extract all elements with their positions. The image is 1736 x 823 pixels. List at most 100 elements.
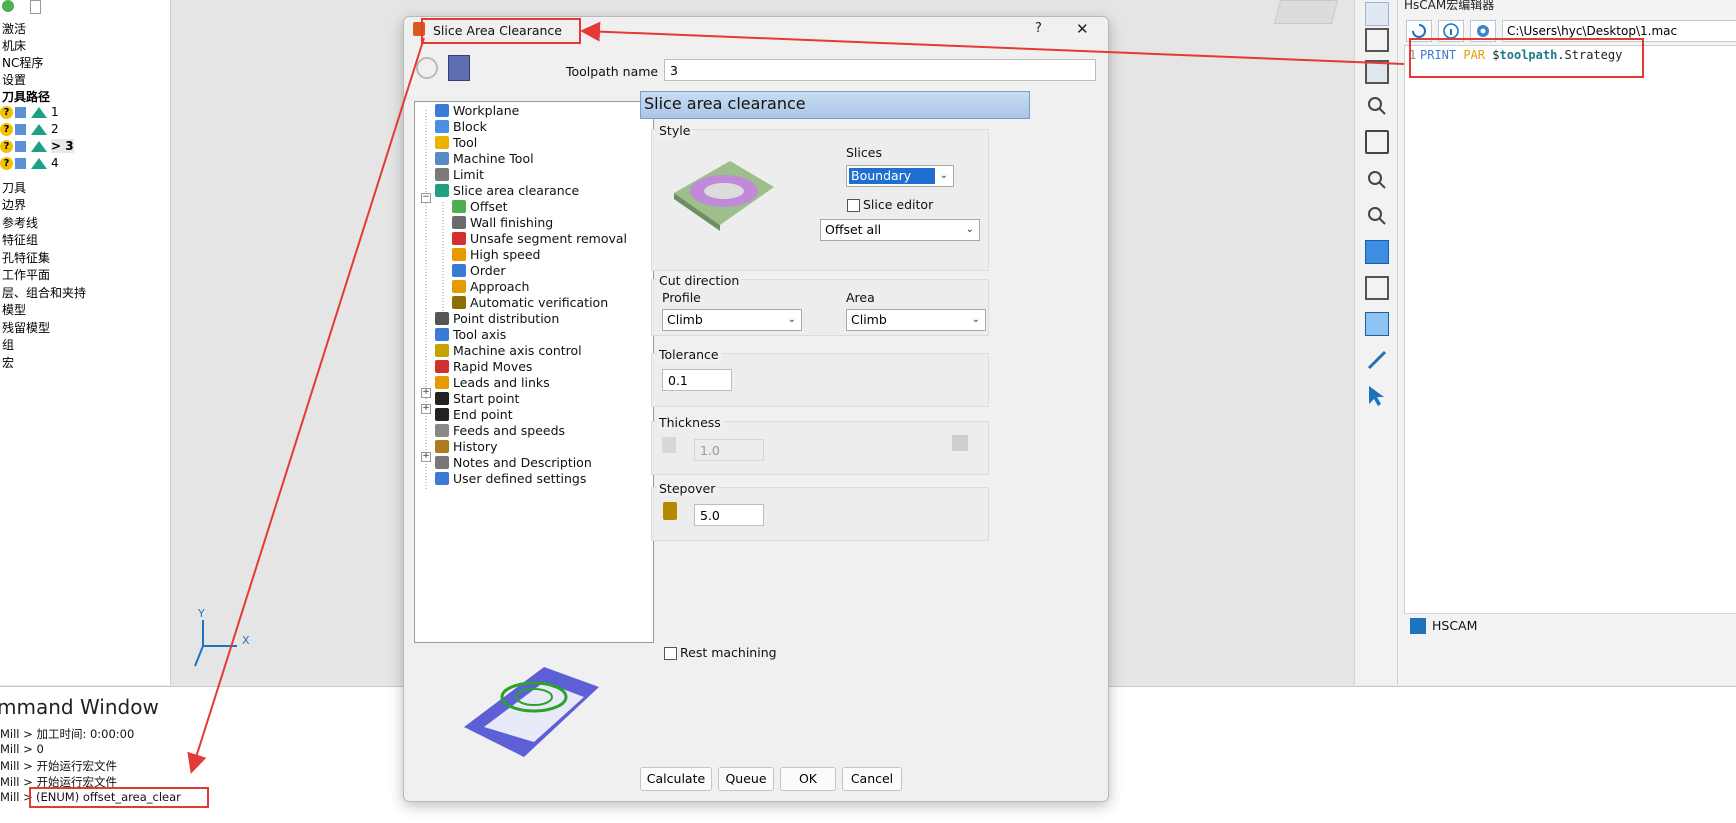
axis-y-label: Y	[198, 607, 205, 620]
toolpath-label: 4	[51, 156, 59, 170]
tree-item-slice-area-clearance[interactable]: Slice area clearance	[435, 182, 579, 199]
tree-item-start-point[interactable]: Start point	[435, 390, 519, 407]
tree-item-approach[interactable]: Approach	[452, 278, 529, 295]
tree-item-offset[interactable]: Offset	[452, 198, 508, 215]
calculate-button[interactable]: Calculate	[640, 767, 712, 791]
collapse-toggle[interactable]: −	[421, 193, 431, 203]
tree-item-rapid-moves[interactable]: Rapid Moves	[435, 358, 532, 375]
toolpath-name-label: Toolpath name	[566, 64, 659, 79]
limit-icon	[435, 168, 449, 181]
wireframe-view-icon[interactable]	[1365, 276, 1389, 300]
help-button[interactable]: ?	[1035, 21, 1042, 36]
settings-gear-icon[interactable]	[416, 57, 438, 79]
slices-select[interactable]: Boundary ⌄	[846, 165, 954, 187]
tree-item-toolpaths[interactable]: 刀具路径	[2, 88, 50, 105]
tree-item-feeds-and-speeds[interactable]: Feeds and speeds	[435, 422, 565, 439]
tree-item-macros[interactable]: 宏	[2, 354, 14, 371]
toolpath-name-input[interactable]: 3	[664, 59, 1096, 81]
layers-toolbar-icon[interactable]	[1365, 2, 1389, 26]
view-toolbar	[1354, 0, 1397, 685]
refresh-page-icon[interactable]	[1365, 130, 1389, 154]
tree-item-machine[interactable]: 机床	[2, 37, 26, 54]
tree-item-workplane[interactable]: Workplane	[435, 102, 519, 119]
machine-axis-icon	[435, 344, 449, 357]
command-window-title: mmand Window	[0, 695, 159, 719]
macro-editor-title: HsCAM宏编辑器	[1404, 0, 1495, 12]
notes-icon	[435, 456, 449, 469]
expand-toggle[interactable]: +	[421, 388, 431, 398]
tree-item-setup[interactable]: 设置	[2, 71, 26, 88]
question-icon: ?	[0, 106, 13, 119]
cut-direction-label: Cut direction	[657, 273, 742, 288]
zoom-icon[interactable]	[1365, 94, 1389, 118]
tree-item-machine-tool[interactable]: Machine Tool	[435, 150, 534, 167]
tree-item-user-defined-settings[interactable]: User defined settings	[435, 470, 586, 487]
leads-links-icon	[435, 376, 449, 389]
expand-toggle[interactable]: +	[421, 452, 431, 462]
globe-icon[interactable]	[2, 0, 14, 12]
slice-editor-checkbox[interactable]	[847, 199, 860, 212]
tree-item-high-speed[interactable]: High speed	[452, 246, 540, 263]
ok-button[interactable]: OK	[780, 767, 836, 791]
front-view-icon[interactable]	[1365, 60, 1389, 84]
shaded-wire-icon[interactable]	[1365, 312, 1389, 336]
view-cube-icon[interactable]	[1273, 0, 1339, 24]
rest-machining-checkbox[interactable]	[664, 647, 677, 660]
tree-item-history[interactable]: History	[435, 438, 497, 455]
cancel-button[interactable]: Cancel	[842, 767, 902, 791]
tree-item-models[interactable]: 模型	[2, 301, 26, 318]
tree-item-groups[interactable]: 组	[2, 336, 14, 353]
resize-arrows-icon[interactable]	[1365, 348, 1389, 372]
end-point-icon	[435, 408, 449, 421]
tree-item-patterns[interactable]: 参考线	[2, 214, 38, 231]
tree-item-tools[interactable]: 刀具	[2, 179, 26, 196]
tree-item-automatic-verification[interactable]: Automatic verification	[452, 294, 608, 311]
tree-item-notes[interactable]: Notes and Description	[435, 454, 592, 471]
slice-editor-label: Slice editor	[863, 197, 934, 212]
close-button[interactable]: ✕	[1076, 20, 1089, 38]
tree-item-block[interactable]: Block	[435, 118, 487, 135]
tolerance-input[interactable]: 0.1	[662, 369, 732, 391]
zoom-fit-icon[interactable]	[1365, 204, 1389, 228]
tree-item-feature-groups[interactable]: 特征组	[2, 231, 38, 248]
command-line: Mill > 开始运行宏文件	[0, 759, 117, 773]
thickness-options-icon[interactable]	[952, 435, 968, 451]
stepover-label: Stepover	[657, 481, 718, 496]
rapid-moves-icon	[435, 360, 449, 373]
tree-item-limit[interactable]: Limit	[435, 166, 484, 183]
tree-item-unsafe-segment-removal[interactable]: Unsafe segment removal	[452, 230, 627, 247]
macro-code-editor[interactable]: 1 PRINT PAR $toolpath.Strategy	[1404, 45, 1736, 615]
tree-item-workplanes[interactable]: 工作平面	[2, 266, 50, 283]
tree-item-activate[interactable]: 激活	[2, 20, 26, 37]
thickness-toggle-icon[interactable]	[662, 437, 676, 453]
tree-item-wall-finishing[interactable]: Wall finishing	[452, 214, 553, 231]
shaded-view-icon[interactable]	[1365, 240, 1389, 264]
iso-view-icon[interactable]	[1365, 28, 1389, 52]
tree-item-machine-axis-control[interactable]: Machine axis control	[435, 342, 582, 359]
tree-item-nc-programs[interactable]: NC程序	[2, 54, 43, 71]
stepover-tool-icon[interactable]	[663, 502, 677, 520]
queue-button[interactable]: Queue	[718, 767, 774, 791]
document-icon[interactable]	[30, 0, 41, 14]
offset-select[interactable]: Offset all ⌄	[820, 219, 980, 241]
tree-item-end-point[interactable]: End point	[435, 406, 513, 423]
profile-select[interactable]: Climb ⌄	[662, 309, 802, 331]
select-cursor-icon[interactable]	[1365, 384, 1389, 408]
tree-item-point-distribution[interactable]: Point distribution	[435, 310, 559, 327]
stepover-input[interactable]: 5.0	[694, 504, 764, 526]
zoom-box-icon[interactable]	[1365, 168, 1389, 192]
explorer-panel: 激活 机床 NC程序 设置 刀具路径 ? 1 ? 2 ? > 3 ? 4 刀具 …	[0, 0, 171, 685]
toolpath-editor-icon[interactable]	[448, 55, 470, 81]
tree-item-leads-and-links[interactable]: Leads and links	[435, 374, 550, 391]
tree-item-order[interactable]: Order	[452, 262, 506, 279]
tree-item-levels[interactable]: 层、组合和夹持	[2, 284, 86, 301]
tree-item-stock-models[interactable]: 残留模型	[2, 319, 50, 336]
thickness-input[interactable]: 1.0	[694, 439, 764, 461]
tree-item-boundaries[interactable]: 边界	[2, 196, 26, 213]
tree-item-tool[interactable]: Tool	[435, 134, 477, 151]
tree-item-hole-feature-sets[interactable]: 孔特征集	[2, 249, 50, 266]
expand-toggle[interactable]: +	[421, 404, 431, 414]
tree-item-tool-axis[interactable]: Tool axis	[435, 326, 506, 343]
area-select[interactable]: Climb ⌄	[846, 309, 986, 331]
tool-axis-icon	[435, 328, 449, 341]
